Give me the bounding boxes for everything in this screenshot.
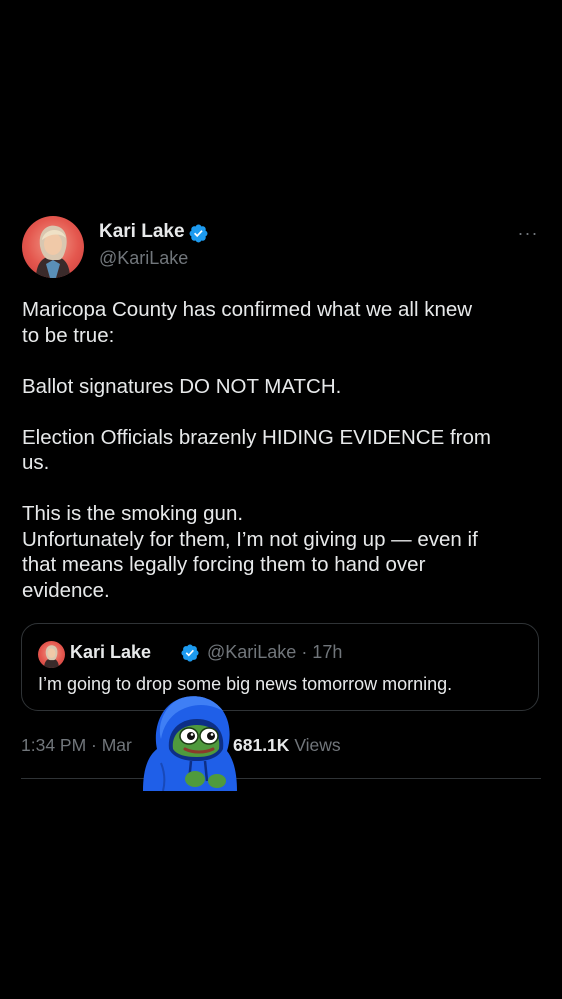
quoted-verified-badge-icon — [181, 644, 199, 662]
tweet-line: Ballot signatures DO NOT MATCH. — [22, 374, 342, 398]
tweet-text: Maricopa County has confirmed what we al… — [22, 297, 542, 603]
tweet-line: Election Officials brazenly HIDING EVIDE… — [22, 425, 491, 449]
more-options-icon[interactable]: ··· — [516, 224, 540, 242]
tweet-line: us. — [22, 451, 50, 474]
tweet-paragraph: This is the smoking gun. Unfortunately f… — [22, 501, 542, 603]
tweet-card: Kari Lake @KariLake ··· Maricopa County … — [0, 0, 562, 999]
tweet-line: This is the smoking gun. — [22, 502, 244, 525]
quoted-tweet-text: I’m going to drop some big news tomorrow… — [38, 674, 453, 694]
hooded-frog-sticker — [143, 696, 237, 791]
tweet-timestamp[interactable]: 1:34 PM · Mar — [21, 735, 132, 756]
quoted-author-avatar — [38, 641, 65, 668]
quoted-author-name: Kari Lake — [70, 642, 152, 662]
divider — [21, 778, 541, 779]
author-avatar[interactable] — [22, 216, 84, 278]
author-name[interactable]: Kari Lake — [99, 221, 185, 243]
tweet-views[interactable]: 681.1K Views — [233, 735, 341, 756]
tweet-paragraph: Ballot signatures DO NOT MATCH. — [22, 374, 542, 400]
tweet-line: that means legally forcing them to hand … — [22, 553, 426, 576]
views-count: 681.1K — [233, 735, 290, 755]
author-handle[interactable]: @KariLake — [99, 248, 188, 269]
tweet-paragraph: Election Officials brazenly HIDING EVIDE… — [22, 425, 542, 476]
tweet-line: Maricopa County has confirmed what we al… — [22, 298, 473, 321]
views-label: Views — [294, 735, 341, 755]
tweet-line: evidence. — [22, 578, 110, 602]
tweet-paragraph: Maricopa County has confirmed what we al… — [22, 297, 542, 348]
quoted-tweet-card[interactable]: Kari Lake @KariLake · 17h I’m going to d… — [21, 623, 539, 711]
tweet-line: Unfortunately for them, I’m not giving u… — [22, 527, 478, 551]
tweet-line: to be true: — [22, 323, 115, 347]
quoted-tweet-meta: @KariLake · 17h — [207, 642, 343, 662]
verified-badge-icon — [189, 224, 208, 243]
